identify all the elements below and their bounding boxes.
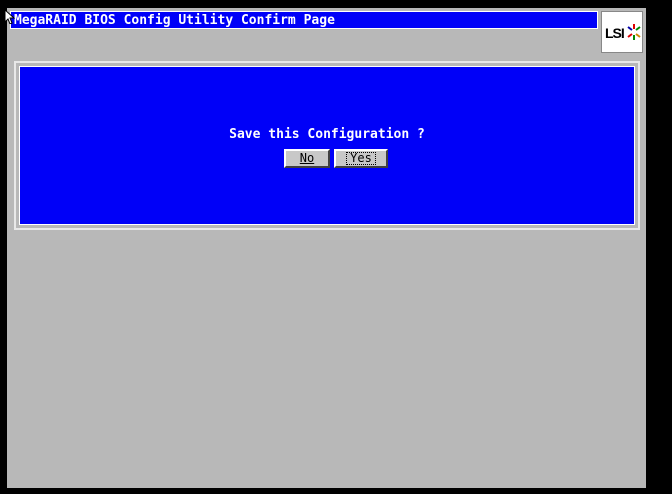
confirm-panel-frame: Save this Configuration ? No Yes xyxy=(14,61,640,230)
confirm-question: Save this Configuration ? xyxy=(229,127,425,142)
window-title-text: MegaRAID BIOS Config Utility Confirm Pag… xyxy=(14,13,335,28)
lsi-logo: LSI xyxy=(601,11,643,53)
yes-button[interactable]: Yes xyxy=(334,149,388,168)
window-title: MegaRAID BIOS Config Utility Confirm Pag… xyxy=(10,11,598,29)
bios-screen: MegaRAID BIOS Config Utility Confirm Pag… xyxy=(5,8,646,488)
mouse-cursor-icon xyxy=(5,10,15,24)
yes-button-label: Yes xyxy=(346,152,376,165)
no-button[interactable]: No xyxy=(284,149,330,168)
logo-text: LSI xyxy=(605,25,625,41)
lsi-star-icon xyxy=(627,24,641,40)
confirm-panel: Save this Configuration ? No Yes xyxy=(19,66,635,225)
